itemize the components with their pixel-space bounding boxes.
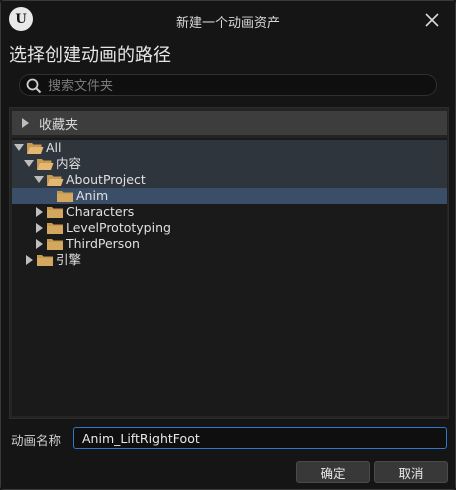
favorites-header[interactable]: 收藏夹 bbox=[12, 111, 447, 135]
tree-item[interactable]: Anim bbox=[12, 188, 447, 204]
expand-arrow-icon[interactable] bbox=[36, 223, 43, 233]
collapse-arrow-icon[interactable] bbox=[34, 176, 44, 183]
tree-item-label: LevelPrototyping bbox=[66, 220, 171, 235]
asset-name-input[interactable] bbox=[73, 427, 447, 449]
dialog-window: U 新建一个动画资产 选择创建动画的路径 收藏夹 All内容AboutProje… bbox=[0, 0, 456, 490]
folder-browser-panel: 收藏夹 All 内容 AboutProject Anim Characters Level… bbox=[9, 107, 449, 419]
ok-button[interactable]: 确定 bbox=[296, 461, 370, 483]
folder-tree: All 内容 AboutProject Anim Characters LevelProt… bbox=[12, 138, 447, 416]
expand-arrow-icon[interactable] bbox=[26, 255, 33, 265]
search-input[interactable] bbox=[46, 76, 430, 96]
asset-name-label: 动画名称 bbox=[11, 433, 62, 448]
folder-open-icon bbox=[47, 175, 64, 186]
folder-icon bbox=[37, 255, 53, 266]
expand-arrow-icon[interactable] bbox=[36, 239, 43, 249]
folder-icon bbox=[47, 223, 63, 234]
tree-item-label: Anim bbox=[76, 188, 109, 203]
folder-icon bbox=[47, 239, 63, 250]
folder-icon bbox=[57, 191, 73, 202]
tree-item-label: 引擎 bbox=[56, 252, 82, 267]
tree-item-label: All bbox=[46, 140, 62, 155]
close-button[interactable] bbox=[421, 9, 443, 31]
collapse-arrow-icon[interactable] bbox=[24, 160, 34, 167]
close-icon bbox=[425, 13, 439, 27]
cancel-button[interactable]: 取消 bbox=[374, 461, 448, 483]
tree-item[interactable]: 内容 bbox=[12, 156, 447, 172]
tree-item-label: Characters bbox=[66, 204, 135, 219]
folder-open-icon bbox=[37, 159, 54, 170]
window-title: 新建一个动画资产 bbox=[175, 16, 280, 31]
page-title: 选择创建动画的路径 bbox=[9, 45, 171, 66]
tree-item[interactable]: Characters bbox=[12, 204, 447, 220]
tree-item-label: 内容 bbox=[56, 156, 82, 171]
tree-item-label: AboutProject bbox=[66, 172, 146, 187]
title-bar[interactable]: U 新建一个动画资产 bbox=[1, 1, 455, 39]
expand-arrow-icon[interactable] bbox=[22, 118, 29, 128]
folder-icon bbox=[47, 207, 63, 218]
search-icon bbox=[26, 78, 42, 94]
favorites-label: 收藏夹 bbox=[39, 117, 79, 133]
tree-item[interactable]: LevelPrototyping bbox=[12, 220, 447, 236]
tree-item[interactable]: ThirdPerson bbox=[12, 236, 447, 252]
folder-open-icon bbox=[27, 143, 44, 154]
tree-item[interactable]: 引擎 bbox=[12, 252, 447, 268]
collapse-arrow-icon[interactable] bbox=[14, 144, 24, 151]
tree-item[interactable]: All bbox=[12, 140, 447, 156]
expand-arrow-icon[interactable] bbox=[36, 207, 43, 217]
tree-item[interactable]: AboutProject bbox=[12, 172, 447, 188]
tree-item-label: ThirdPerson bbox=[66, 236, 140, 251]
search-box[interactable] bbox=[19, 74, 437, 96]
